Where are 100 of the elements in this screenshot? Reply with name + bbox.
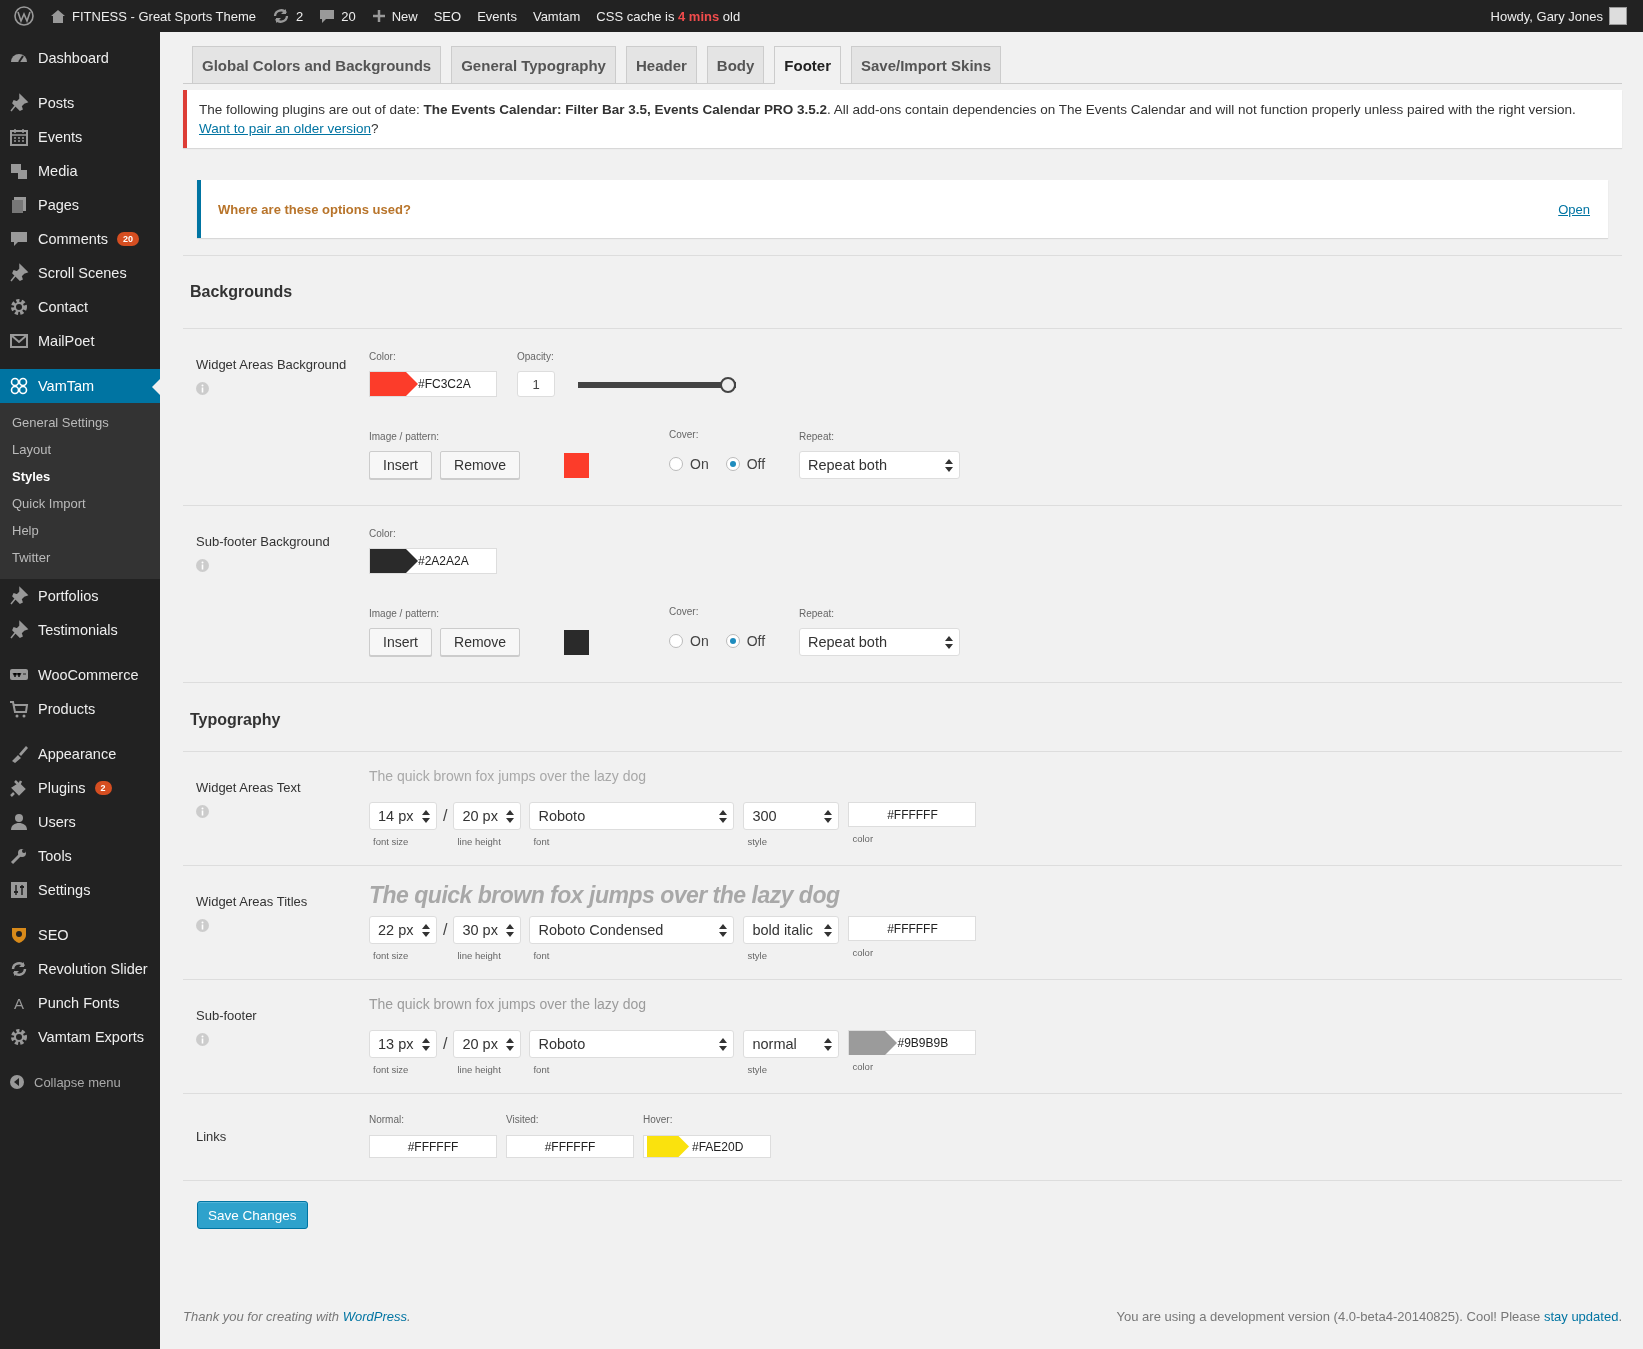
sidebar-menu-item[interactable]: Settings (0, 873, 160, 907)
sidebar-menu-item[interactable]: Tools (0, 839, 160, 873)
repeat-dropdown[interactable]: Repeat both (799, 628, 960, 656)
radio-label[interactable]: Off (746, 456, 766, 472)
count-badge: 20 (117, 232, 140, 246)
sidebar-menu-item[interactable]: MailPoet (0, 324, 160, 358)
style-dropdown[interactable]: bold italic (743, 916, 840, 944)
sidebar-menu-item[interactable]: Posts (0, 86, 160, 120)
color-field[interactable]: #FFFFFF (848, 802, 977, 827)
wordpress-logo-icon[interactable] (14, 6, 34, 26)
plus-icon (371, 9, 386, 23)
tab[interactable]: Save/Import Skins (851, 46, 1002, 83)
options-question: Where are these options used? (218, 201, 411, 217)
sidebar-menu-item[interactable]: SEO (0, 918, 160, 952)
font-size-dropdown[interactable]: 14 px (369, 802, 437, 830)
home-icon (50, 8, 66, 24)
field-caption: Cover: (669, 606, 700, 617)
submenu-item[interactable]: Twitter (0, 544, 160, 571)
line-height-dropdown[interactable]: 20 px (453, 1030, 522, 1058)
line-height-dropdown[interactable]: 20 px (453, 802, 522, 830)
sidebar-menu-item[interactable]: A Punch Fonts (0, 986, 160, 1020)
radio-label[interactable]: On (690, 456, 709, 472)
color-field[interactable]: #FFFFFF (506, 1135, 634, 1158)
color-field[interactable]: #FC3C2A (369, 371, 497, 397)
updown-caret-icon (945, 458, 953, 472)
color-field[interactable]: #FFFFFF (848, 916, 977, 941)
style-dropdown[interactable]: 300 (743, 802, 840, 830)
radio-button[interactable] (669, 634, 683, 648)
toolbar-link[interactable]: FITNESS - Great Sports Theme (72, 8, 256, 24)
line-height-dropdown[interactable]: 30 px (453, 916, 522, 944)
insert-button[interactable]: Insert (369, 451, 432, 479)
color-field[interactable]: #FFFFFF (369, 1135, 497, 1158)
sidebar-menu-item[interactable]: Portfolios (0, 579, 160, 613)
toolbar-link[interactable]: New (391, 8, 418, 24)
radio-button[interactable] (725, 457, 740, 471)
sidebar-menu-item[interactable]: Products (0, 692, 160, 726)
toolbar-link[interactable]: 2 (296, 8, 304, 24)
sidebar-menu-item[interactable]: Vamtam Exports (0, 1020, 160, 1054)
wordpress-link[interactable]: WordPress (342, 1309, 407, 1324)
tab[interactable]: General Typography (451, 46, 616, 83)
submenu-item[interactable]: Layout (0, 436, 160, 463)
color-field[interactable]: #9B9B9B (848, 1030, 977, 1055)
slash-separator: / (443, 920, 448, 940)
insert-button[interactable]: Insert (369, 628, 432, 656)
field-caption: Cover: (669, 429, 700, 440)
sidebar-menu-item[interactable]: Scroll Scenes (0, 256, 160, 290)
tab[interactable]: Footer (774, 46, 841, 84)
sidebar-menu-item[interactable]: Revolution Slider (0, 952, 160, 986)
sidebar-menu-item[interactable]: Contact (0, 290, 160, 324)
opacity-field[interactable]: 1 (517, 371, 555, 397)
sidebar-menu-item[interactable]: Comments 20 (0, 222, 160, 256)
sidebar-menu-item[interactable]: Media (0, 154, 160, 188)
remove-button[interactable]: Remove (440, 628, 521, 656)
color-field[interactable]: #2A2A2A (369, 548, 497, 574)
radio-button[interactable] (669, 457, 683, 471)
font-size-dropdown[interactable]: 13 px (369, 1030, 437, 1058)
open-link[interactable]: Open (1558, 201, 1590, 217)
submenu-item[interactable]: Styles (0, 463, 160, 490)
collapse-menu-button[interactable]: Collapse menu (0, 1065, 160, 1099)
style-dropdown[interactable]: normal (743, 1030, 840, 1058)
radio-label[interactable]: Off (746, 633, 766, 649)
submenu-item[interactable]: Help (0, 517, 160, 544)
font-size-dropdown[interactable]: 22 px (369, 916, 437, 944)
sidebar-menu-item[interactable]: Events (0, 120, 160, 154)
tab[interactable]: Global Colors and Backgrounds (192, 46, 442, 83)
sidebar-menu-item[interactable]: Dashboard (0, 41, 160, 75)
submenu-item[interactable]: General Settings (0, 409, 160, 436)
updown-caret-icon (719, 1037, 728, 1051)
tab[interactable]: Header (625, 46, 697, 83)
font-dropdown[interactable]: Roboto (529, 1030, 735, 1058)
sidebar-menu-item[interactable]: Pages (0, 188, 160, 222)
sidebar-menu-item[interactable]: Testimonials (0, 613, 160, 647)
info-icon (196, 805, 209, 818)
older-version-link[interactable]: Want to pair an older version (199, 121, 372, 136)
footer-credit: Thank you for creating with WordPress. (183, 1309, 411, 1324)
toolbar-link[interactable]: Events (477, 8, 517, 24)
radio-label[interactable]: On (690, 633, 709, 649)
sidebar-menu-item[interactable]: Users (0, 805, 160, 839)
color-field[interactable]: #FAE20D (643, 1135, 771, 1158)
radio-button[interactable] (725, 634, 740, 648)
user-greeting[interactable]: Howdy, Gary Jones (1490, 8, 1603, 24)
sidebar-menu-item[interactable]: VamTam (0, 369, 160, 403)
sliders-icon (9, 880, 29, 900)
tab[interactable]: Body (706, 46, 765, 83)
sidebar-menu-item[interactable]: WooCommerce (0, 658, 160, 692)
repeat-dropdown[interactable]: Repeat both (799, 451, 960, 479)
remove-button[interactable]: Remove (440, 451, 521, 479)
field-caption: color (851, 947, 875, 958)
toolbar-link[interactable]: 20 (341, 8, 356, 24)
sidebar-menu-item[interactable]: Plugins 2 (0, 771, 160, 805)
sidebar-menu-item[interactable]: Appearance (0, 737, 160, 771)
avatar[interactable] (1609, 7, 1627, 25)
field-caption: Repeat: (799, 431, 836, 442)
font-dropdown[interactable]: Roboto (529, 802, 735, 830)
submenu-item[interactable]: Quick Import (0, 490, 160, 517)
field-caption: font size (372, 1064, 410, 1075)
toolbar-link[interactable]: SEO (433, 8, 462, 24)
font-dropdown[interactable]: Roboto Condensed (529, 916, 735, 944)
toolbar-link[interactable]: Vamtam (532, 8, 581, 24)
slider-thumb[interactable] (720, 377, 736, 393)
